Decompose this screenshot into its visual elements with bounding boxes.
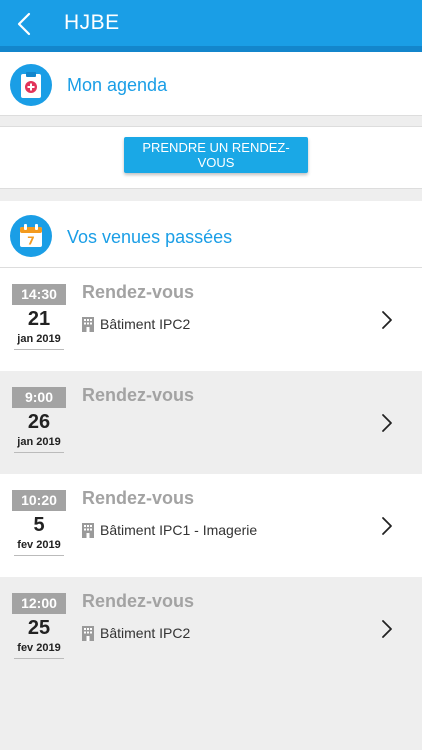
appointment-title: Rendez-vous (82, 282, 195, 302)
chevron-left-icon (17, 12, 31, 36)
appointment-title: Rendez-vous (82, 591, 195, 611)
appointment-time: 10:20 (12, 490, 66, 511)
calendar-icon-number: 7 (27, 235, 35, 248)
appointment-time: 12:00 (12, 593, 66, 614)
past-visits-section-header: 7 Vos venues passées (0, 201, 422, 268)
appointment-month: fev 2019 (14, 642, 64, 659)
appointment-location-text: Bâtiment IPC2 (100, 316, 191, 332)
agenda-title: Mon agenda (67, 75, 168, 95)
appointment-time: 14:30 (12, 284, 66, 305)
appointment-day: 21 (27, 308, 51, 330)
appointment-month: jan 2019 (14, 333, 64, 350)
appointment-day: 5 (33, 514, 45, 536)
appointment-date: 9:00 26 jan 2019 (12, 387, 66, 453)
appointment-location: Bâtiment IPC2 (82, 625, 190, 641)
appointment-row[interactable]: 14:30 21 jan 2019 Rendez-vous Bâtiment I… (0, 268, 422, 371)
back-button[interactable] (10, 9, 38, 39)
appointment-title: Rendez-vous (82, 385, 195, 405)
appointment-title: Rendez-vous (82, 488, 195, 508)
building-icon (82, 316, 94, 332)
chevron-right-icon (382, 620, 392, 638)
appointment-date: 14:30 21 jan 2019 (12, 284, 66, 350)
past-visits-title: Vos venues passées (67, 227, 233, 247)
chevron-right-icon (382, 311, 392, 329)
action-panel: PRENDRE UN RENDEZ-VOUS (0, 126, 422, 189)
chevron-right-icon (382, 517, 392, 535)
appointment-row[interactable]: 12:00 25 fev 2019 Rendez-vous Bâtiment I… (0, 577, 422, 680)
clipboard-medical-icon (10, 64, 52, 106)
appointment-time: 9:00 (12, 387, 66, 408)
appointment-location-text: Bâtiment IPC1 - Imagerie (100, 522, 258, 538)
appointment-day: 25 (27, 617, 51, 639)
appointment-month: jan 2019 (14, 436, 64, 453)
building-icon (82, 522, 94, 538)
calendar-icon: 7 (10, 215, 52, 257)
appointment-date: 10:20 5 fev 2019 (12, 490, 66, 556)
appointment-location-text: Bâtiment IPC2 (100, 625, 191, 641)
agenda-section-header: Mon agenda (0, 52, 422, 116)
appointment-row[interactable]: 10:20 5 fev 2019 Rendez-vous Bâtiment IP… (0, 474, 422, 577)
appointment-month: fev 2019 (14, 539, 64, 556)
page-title: HJBE (64, 11, 120, 34)
appointment-list: 14:30 21 jan 2019 Rendez-vous Bâtiment I… (0, 268, 422, 680)
appointment-location: Bâtiment IPC2 (82, 316, 190, 332)
appointment-date: 12:00 25 fev 2019 (12, 593, 66, 659)
appointment-day: 26 (27, 411, 51, 433)
appointment-location: Bâtiment IPC1 - Imagerie (82, 522, 257, 538)
book-appointment-button[interactable]: PRENDRE UN RENDEZ-VOUS (124, 137, 308, 173)
appointment-row[interactable]: 9:00 26 jan 2019 Rendez-vous (0, 371, 422, 474)
building-icon (82, 625, 94, 641)
top-bar: HJBE (0, 0, 422, 46)
chevron-right-icon (382, 414, 392, 432)
